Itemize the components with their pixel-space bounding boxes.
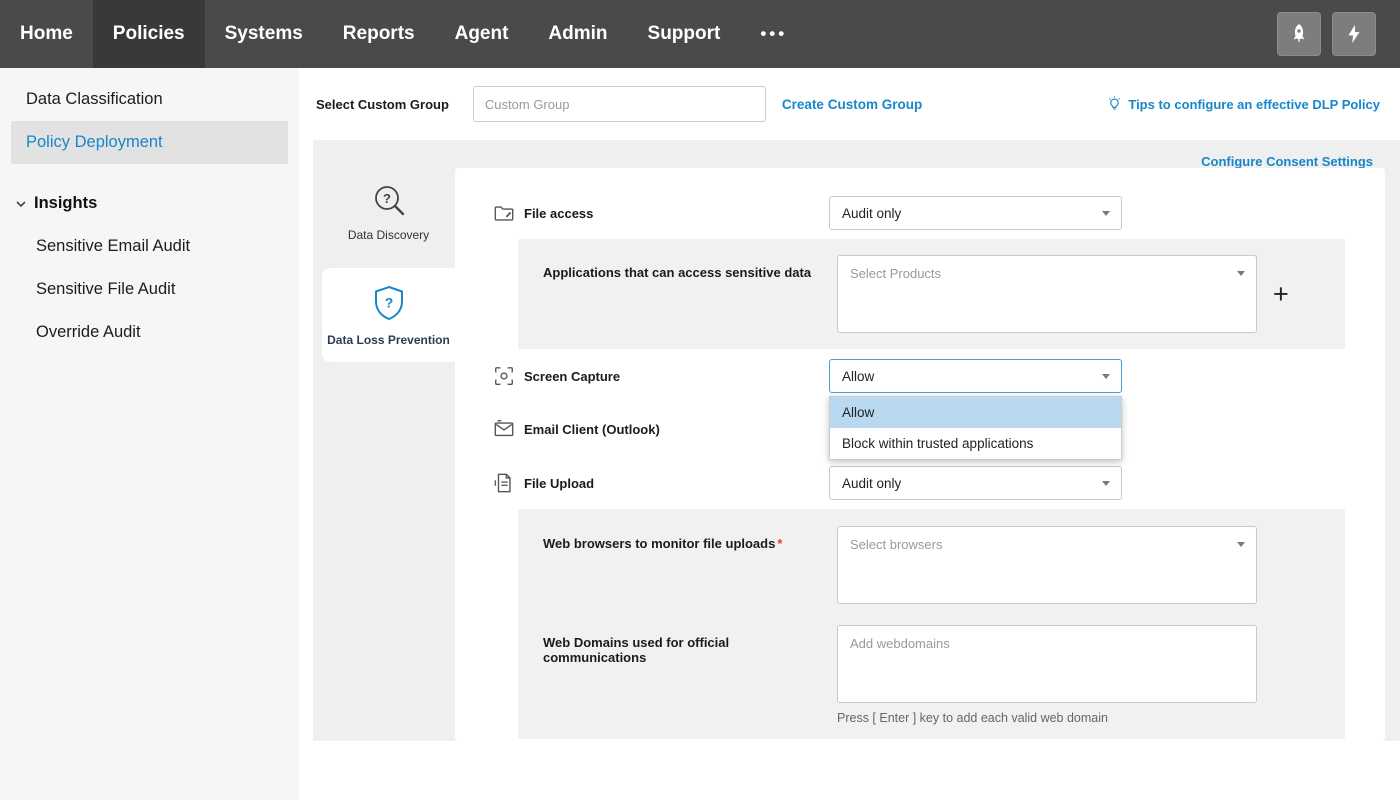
applications-placeholder: Select Products bbox=[850, 266, 941, 281]
caret-down-icon bbox=[1237, 542, 1245, 547]
screen-capture-row: Screen Capture Allow Allow Block within … bbox=[455, 358, 1385, 394]
email-client-icon bbox=[493, 418, 515, 440]
web-browsers-multiselect[interactable]: Select browsers bbox=[837, 526, 1257, 604]
custom-group-label: Select Custom Group bbox=[316, 97, 449, 112]
sidebar-section-insights[interactable]: Insights bbox=[0, 182, 299, 225]
sidebar-item-sensitive-email-audit[interactable]: Sensitive Email Audit bbox=[0, 225, 299, 268]
nav-item-home[interactable]: Home bbox=[0, 0, 93, 68]
file-upload-icon bbox=[493, 472, 515, 494]
nav-item-agent[interactable]: Agent bbox=[435, 0, 529, 68]
nav-item-systems[interactable]: Systems bbox=[205, 0, 323, 68]
policy-tabs: ? Data Discovery ? Data Loss Preventi bbox=[322, 168, 455, 741]
configure-consent-settings-link[interactable]: Configure Consent Settings bbox=[1201, 154, 1373, 169]
nav-item-reports[interactable]: Reports bbox=[323, 0, 435, 68]
upload-settings-subpanel: Web browsers to monitor file uploads* Se… bbox=[518, 509, 1345, 739]
caret-down-icon bbox=[1102, 481, 1110, 486]
screen-capture-icon bbox=[493, 365, 515, 387]
dropdown-option-block[interactable]: Block within trusted applications bbox=[830, 428, 1121, 459]
dlp-policy-panel: Configure Consent Settings ? Data Disc bbox=[313, 140, 1400, 741]
nav-right-icons bbox=[1277, 0, 1400, 68]
custom-group-input[interactable] bbox=[473, 86, 766, 122]
tab-data-loss-prevention[interactable]: ? Data Loss Prevention bbox=[322, 268, 455, 363]
custom-group-toolbar: Select Custom Group Create Custom Group … bbox=[299, 68, 1400, 140]
applications-label: Applications that can access sensitive d… bbox=[543, 255, 837, 333]
file-upload-label: File Upload bbox=[524, 476, 829, 491]
nav-item-support[interactable]: Support bbox=[628, 0, 741, 68]
add-application-button[interactable]: + bbox=[1273, 281, 1289, 308]
file-access-icon bbox=[493, 202, 515, 224]
sidebar-section-label: Insights bbox=[34, 194, 97, 213]
dlp-settings-form: File access Audit only Applications that… bbox=[455, 168, 1385, 741]
rocket-icon[interactable] bbox=[1277, 12, 1321, 56]
applications-multiselect[interactable]: Select Products bbox=[837, 255, 1257, 333]
chevron-down-icon bbox=[14, 197, 28, 211]
dropdown-option-allow[interactable]: Allow bbox=[830, 397, 1121, 428]
file-access-value: Audit only bbox=[842, 206, 901, 221]
web-domains-label: Web Domains used for official communicat… bbox=[543, 625, 837, 703]
file-upload-row: File Upload Audit only bbox=[455, 465, 1385, 501]
tab-label: Data Discovery bbox=[326, 228, 451, 244]
tab-data-discovery[interactable]: ? Data Discovery bbox=[322, 168, 455, 254]
nav-item-admin[interactable]: Admin bbox=[528, 0, 627, 68]
caret-down-icon bbox=[1102, 211, 1110, 216]
web-browsers-placeholder: Select browsers bbox=[850, 537, 942, 552]
lightbulb-icon bbox=[1107, 96, 1122, 112]
web-browsers-label: Web browsers to monitor file uploads* bbox=[543, 526, 837, 604]
tips-link-label: Tips to configure an effective DLP Polic… bbox=[1128, 97, 1380, 112]
caret-down-icon bbox=[1102, 374, 1110, 379]
create-custom-group-link[interactable]: Create Custom Group bbox=[782, 97, 922, 112]
screen-capture-label: Screen Capture bbox=[524, 369, 829, 384]
svg-text:?: ? bbox=[383, 191, 391, 206]
sidebar-item-override-audit[interactable]: Override Audit bbox=[0, 311, 299, 354]
web-domains-input[interactable] bbox=[837, 625, 1257, 703]
file-upload-select[interactable]: Audit only bbox=[829, 466, 1122, 500]
sidebar-item-data-classification[interactable]: Data Classification bbox=[0, 78, 299, 121]
file-access-label: File access bbox=[524, 206, 829, 221]
applications-subpanel: Applications that can access sensitive d… bbox=[518, 239, 1345, 349]
web-domains-hint: Press [ Enter ] key to add each valid we… bbox=[837, 711, 1345, 725]
file-upload-value: Audit only bbox=[842, 476, 901, 491]
data-loss-prevention-icon: ? bbox=[326, 284, 451, 326]
caret-down-icon bbox=[1237, 271, 1245, 276]
lightning-icon[interactable] bbox=[1332, 12, 1376, 56]
file-access-select[interactable]: Audit only bbox=[829, 196, 1122, 230]
sidebar: Data Classification Policy Deployment In… bbox=[0, 68, 299, 800]
sidebar-item-sensitive-file-audit[interactable]: Sensitive File Audit bbox=[0, 268, 299, 311]
sidebar-item-policy-deployment[interactable]: Policy Deployment bbox=[11, 121, 288, 164]
top-navigation: Home Policies Systems Reports Agent Admi… bbox=[0, 0, 1400, 68]
screen-capture-value: Allow bbox=[842, 369, 874, 384]
email-client-label: Email Client (Outlook) bbox=[524, 422, 829, 437]
tips-link[interactable]: Tips to configure an effective DLP Polic… bbox=[1107, 96, 1380, 112]
main-content: Select Custom Group Create Custom Group … bbox=[299, 68, 1400, 800]
svg-text:?: ? bbox=[384, 294, 393, 310]
nav-item-more[interactable]: ••• bbox=[740, 0, 807, 68]
file-access-row: File access Audit only bbox=[455, 195, 1385, 231]
screen-capture-dropdown-menu: Allow Block within trusted applications bbox=[829, 396, 1122, 460]
screen-capture-select[interactable]: Allow bbox=[829, 359, 1122, 393]
required-asterisk: * bbox=[777, 536, 782, 551]
nav-item-policies[interactable]: Policies bbox=[93, 0, 205, 68]
tab-label: Data Loss Prevention bbox=[326, 333, 451, 349]
data-discovery-icon: ? bbox=[326, 181, 451, 221]
